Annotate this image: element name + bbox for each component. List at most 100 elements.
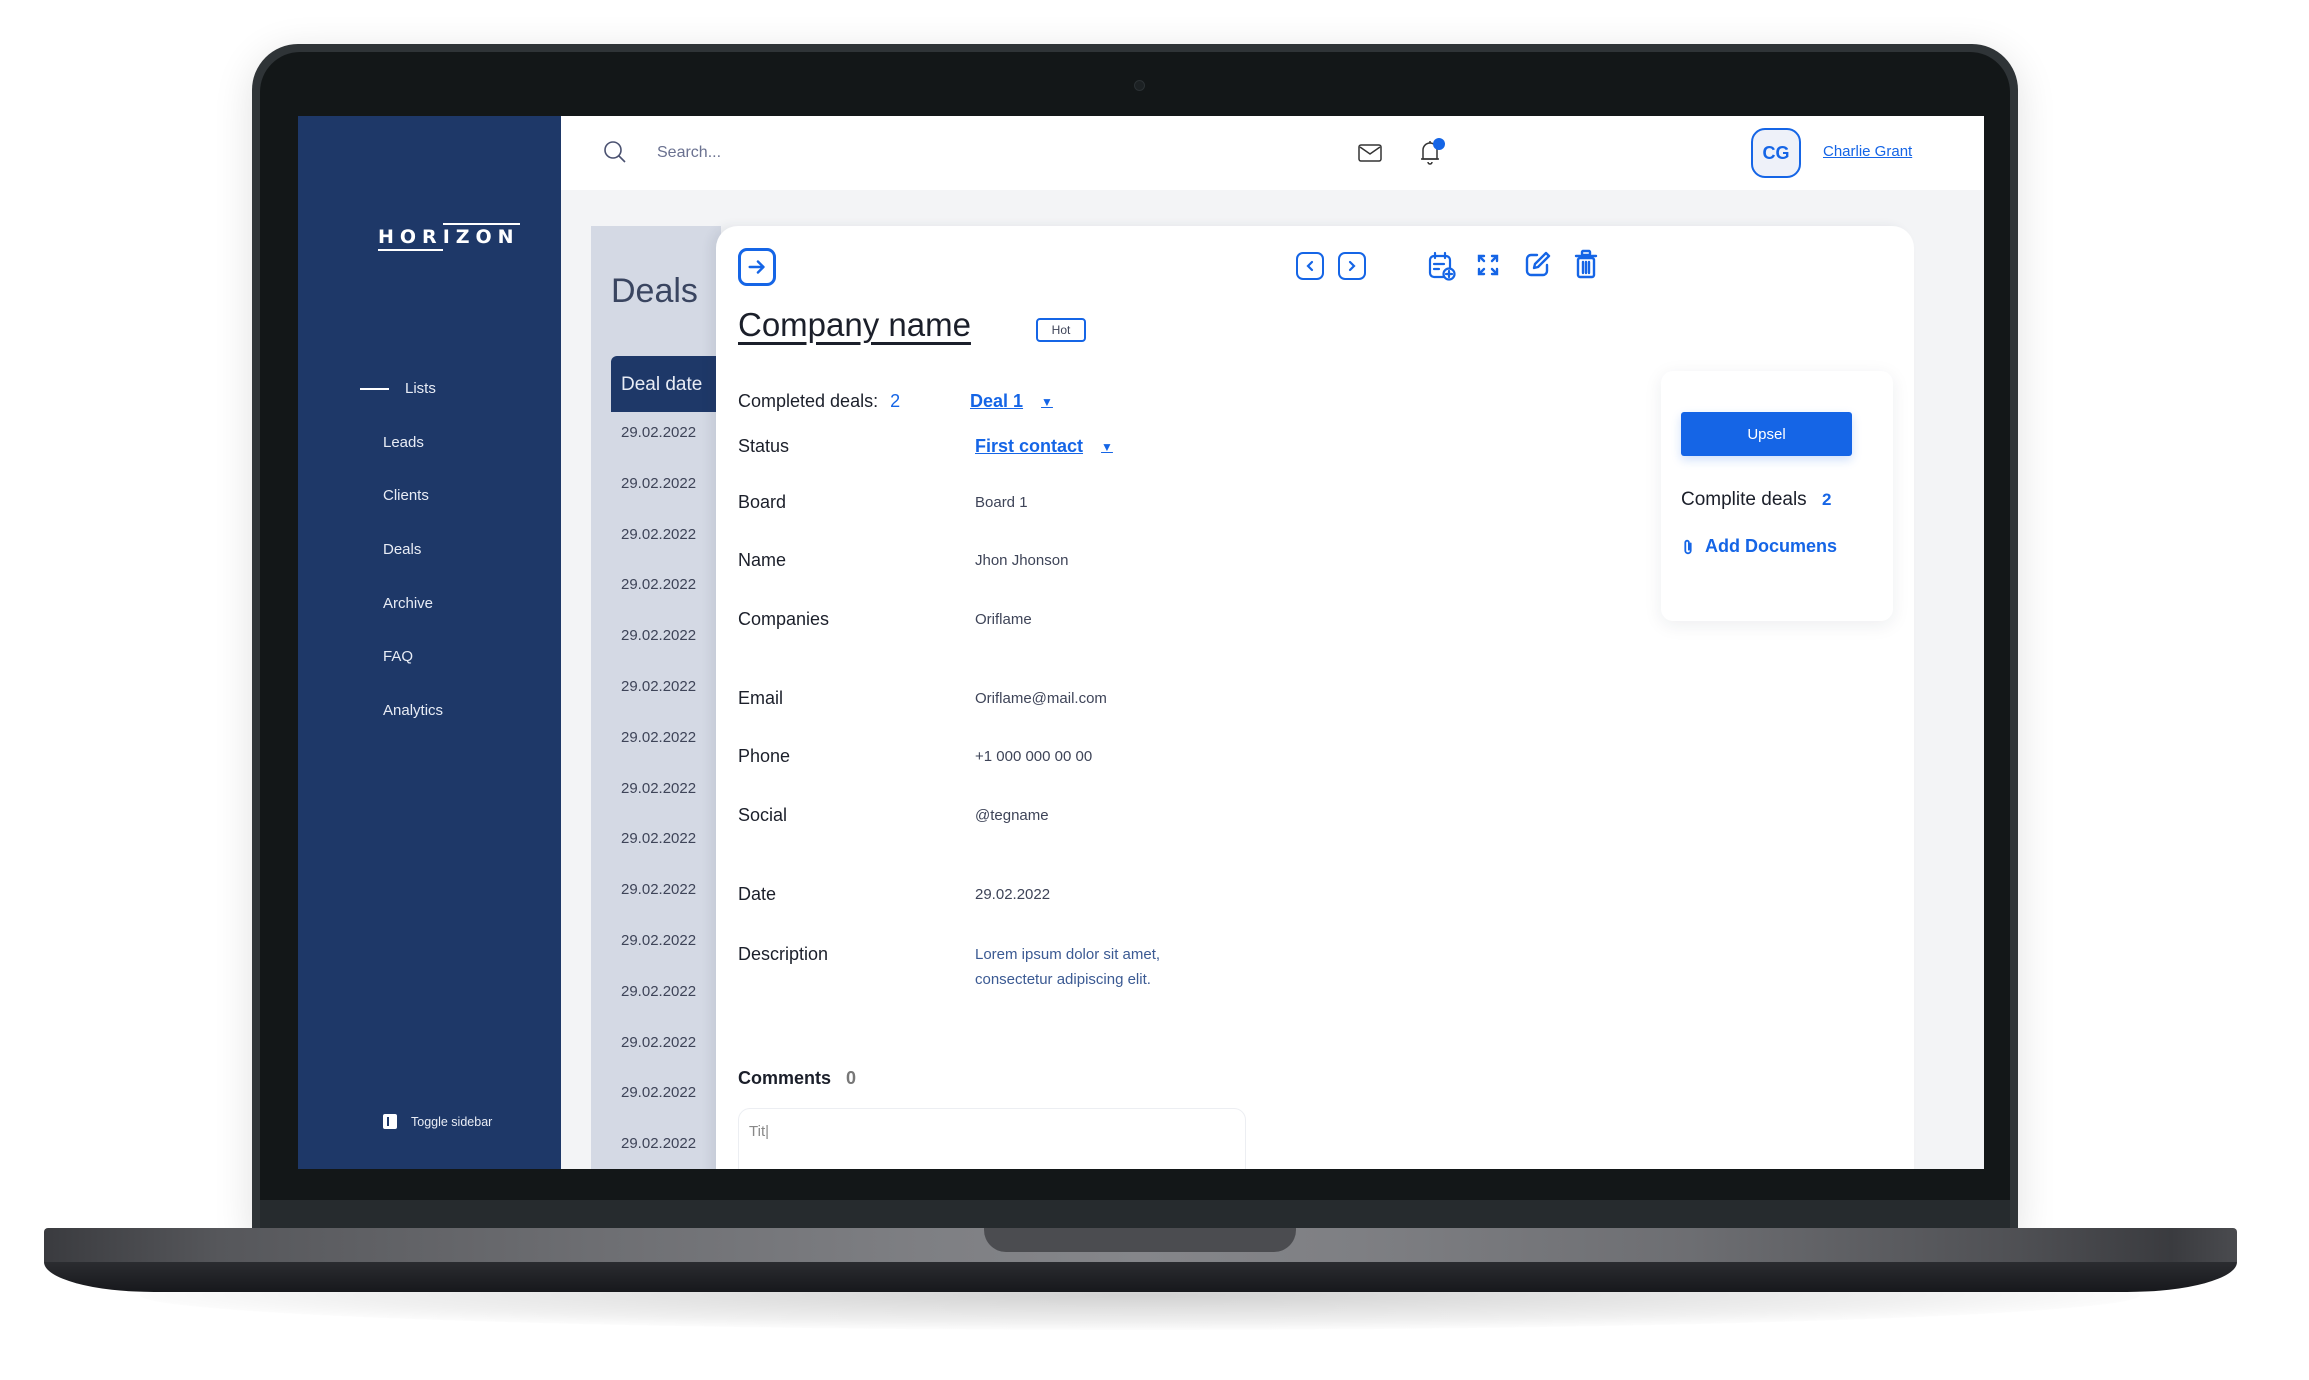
deal-date-column-header[interactable]: Deal date (611, 356, 721, 412)
comment-input[interactable]: Tit| (738, 1108, 1246, 1169)
add-documents-label: Add Documens (1705, 536, 1838, 556)
trash-icon (1574, 249, 1598, 279)
sidebar: HORIZON Lists Leads Clients Deals Archiv… (298, 116, 561, 1169)
comments-count: 0 (846, 1068, 857, 1088)
comments-label: Comments (738, 1068, 832, 1088)
list-item[interactable]: 29.02.2022 (621, 526, 696, 577)
description-value: Lorem ipsum dolor sit amet, consectetur … (975, 942, 1160, 992)
expand-icon (1477, 254, 1499, 276)
description-label: Description (738, 944, 829, 964)
upsel-button[interactable]: Upsel (1681, 412, 1852, 456)
date-label: Date (738, 884, 777, 904)
deal-summary-card: Upsel Complite deals 2 Add Documens (1661, 371, 1893, 621)
chevron-right-icon (1348, 260, 1356, 272)
list-item[interactable]: 29.02.2022 (621, 1034, 696, 1085)
sidebar-item-clients[interactable]: Clients (298, 469, 561, 523)
board-label: Board (738, 492, 787, 512)
list-item[interactable]: 29.02.2022 (621, 983, 696, 1034)
calendar-add-icon (1428, 251, 1456, 281)
comments-heading: Comments 0 (738, 1068, 856, 1089)
list-item[interactable]: 29.02.2022 (621, 780, 696, 831)
description-line: consectetur adipiscing elit. (975, 971, 1151, 988)
list-item[interactable]: 29.02.2022 (621, 576, 696, 627)
deal-select-dropdown[interactable]: Deal 1 ▼ (970, 391, 1053, 412)
list-item[interactable]: 29.02.2022 (621, 1084, 696, 1135)
laptop-notch (984, 1228, 1296, 1252)
list-item[interactable]: 29.02.2022 (621, 475, 696, 526)
status-badge: Hot (1036, 318, 1086, 342)
active-indicator (360, 387, 389, 390)
list-item[interactable]: 29.02.2022 (621, 678, 696, 729)
sidebar-item-faq[interactable]: FAQ (298, 630, 561, 684)
search-input[interactable] (657, 138, 1057, 168)
delete-button[interactable] (1574, 249, 1598, 279)
previous-button[interactable] (1296, 252, 1324, 280)
list-item[interactable]: 29.02.2022 (621, 830, 696, 881)
page-title: Deals (611, 272, 698, 310)
list-item[interactable]: 29.02.2022 (621, 627, 696, 678)
status-dropdown[interactable]: First contact ▼ (975, 436, 1113, 457)
list-item[interactable]: 29.02.2022 (621, 729, 696, 780)
name-label: Name (738, 550, 787, 570)
date-list: 29.02.2022 29.02.2022 29.02.2022 29.02.2… (621, 424, 696, 1169)
user-name-link[interactable]: Charlie Grant (1823, 143, 1912, 160)
company-name-title[interactable]: Company name (738, 306, 971, 344)
toggle-sidebar-button[interactable]: Toggle sidebar (383, 1114, 492, 1129)
sidebar-item-label: FAQ (383, 648, 414, 666)
companies-value: Oriflame (975, 611, 1032, 628)
date-value: 29.02.2022 (975, 886, 1051, 903)
list-item[interactable]: 29.02.2022 (621, 424, 696, 475)
social-label: Social (738, 805, 788, 825)
completed-deals-label: Completed deals: (738, 391, 879, 411)
phone-value: +1 000 000 00 00 (975, 748, 1093, 765)
list-item[interactable]: 29.02.2022 (621, 881, 696, 932)
status-value: First contact (975, 436, 1084, 456)
mail-icon[interactable] (1358, 144, 1382, 162)
camera (1134, 80, 1145, 91)
completed-deals-count: 2 (890, 391, 901, 411)
deals-list-panel: Deals Deal date 29.02.2022 29.02.2022 29… (591, 226, 721, 1169)
sidebar-item-lists[interactable]: Lists (298, 362, 561, 416)
sidebar-item-label: Archive (383, 594, 434, 612)
expand-button[interactable] (1476, 253, 1500, 277)
edit-button[interactable] (1524, 250, 1552, 278)
laptop-base-bottom (44, 1262, 2237, 1292)
notification-dot (1433, 138, 1445, 150)
sidebar-toggle-icon (383, 1114, 397, 1129)
sidebar-nav: Lists Leads Clients Deals Archive FAQ An… (298, 362, 561, 737)
email-label: Email (738, 688, 784, 708)
sidebar-item-analytics[interactable]: Analytics (298, 684, 561, 738)
sidebar-item-label: Deals (383, 541, 422, 559)
search-icon (604, 141, 626, 163)
deal-detail-panel: Company name Hot Completed deals: 2 Deal… (716, 226, 1914, 1169)
chevron-left-icon (1306, 260, 1314, 272)
list-item[interactable]: 29.02.2022 (621, 932, 696, 983)
logo: HORIZON (378, 223, 520, 251)
sidebar-item-label: Analytics (383, 701, 444, 719)
caret-down-icon: ▼ (1101, 439, 1113, 454)
completed-deals-row: Completed deals: 2 (738, 391, 900, 412)
list-item[interactable]: 29.02.2022 (621, 1135, 696, 1169)
sidebar-item-archive[interactable]: Archive (298, 576, 561, 630)
paperclip-icon (1684, 539, 1692, 554)
complite-deals-count: 2 (1821, 490, 1832, 509)
description-line: Lorem ipsum dolor sit amet, (975, 946, 1161, 963)
sidebar-item-deals[interactable]: Deals (298, 523, 561, 577)
toggle-sidebar-label: Toggle sidebar (411, 1114, 493, 1129)
complite-deals-label: Complite deals (1681, 489, 1807, 510)
add-to-calendar-button[interactable] (1428, 251, 1456, 281)
board-value: Board 1 (975, 494, 1028, 511)
add-documents-link[interactable]: Add Documens (1681, 536, 1837, 557)
companies-label: Companies (738, 609, 830, 629)
edit-icon (1525, 251, 1551, 277)
next-button[interactable] (1338, 252, 1366, 280)
status-label: Status (738, 436, 790, 456)
collapse-panel-button[interactable] (738, 248, 776, 286)
sidebar-item-leads[interactable]: Leads (298, 416, 561, 470)
phone-label: Phone (738, 746, 791, 766)
avatar[interactable]: CG (1751, 128, 1801, 178)
email-value: Oriflame@mail.com (975, 690, 1107, 707)
sidebar-item-label: Lists (405, 380, 436, 398)
sidebar-item-label: Leads (383, 433, 424, 451)
complite-deals-row: Complite deals 2 (1681, 489, 1831, 511)
